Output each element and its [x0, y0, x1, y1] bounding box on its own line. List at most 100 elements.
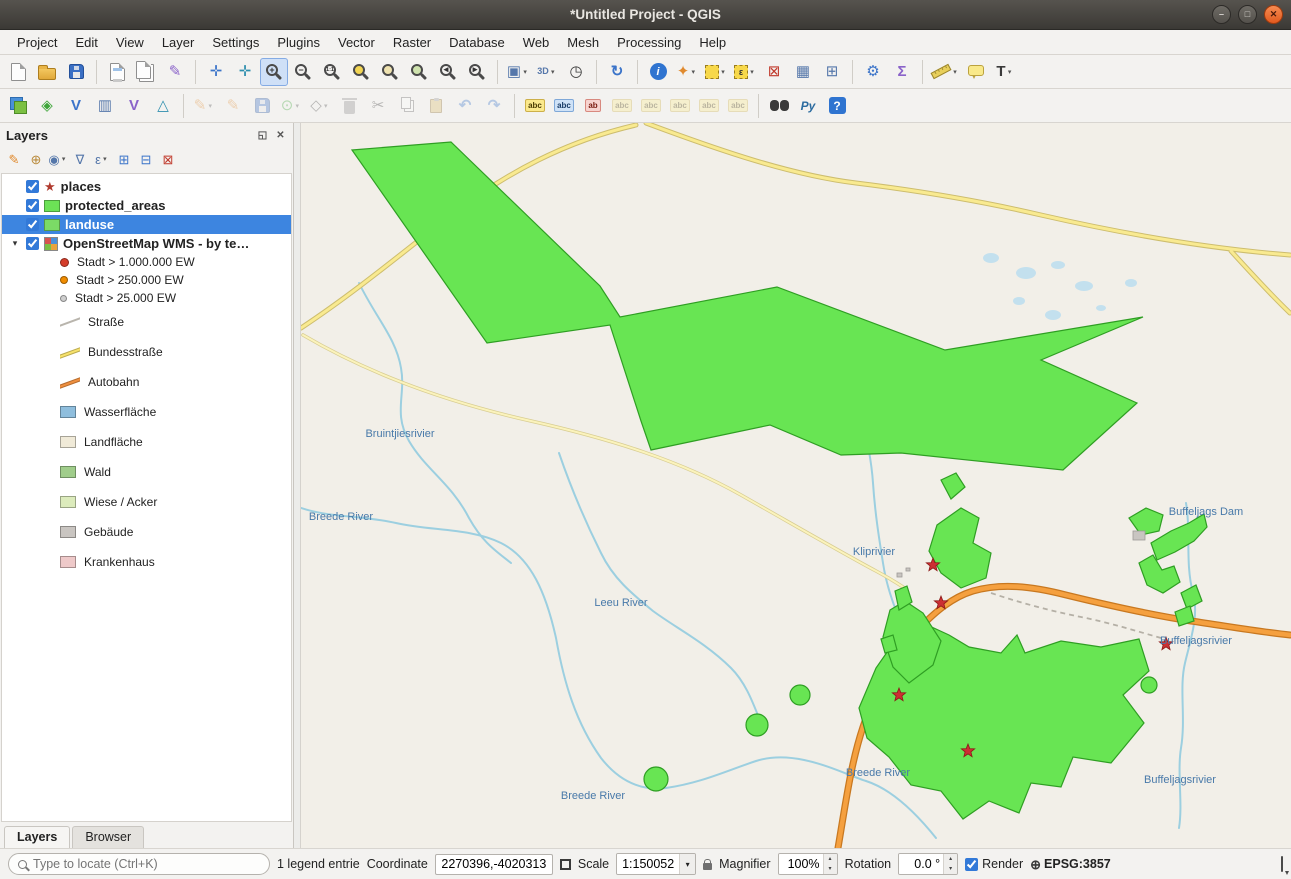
python-console-button[interactable]: Py: [794, 92, 822, 120]
copy-features-button[interactable]: [393, 92, 421, 120]
menu-processing[interactable]: Processing: [608, 32, 690, 53]
expand-all-button[interactable]: ⊞: [114, 149, 134, 169]
new-spatialite-layer-button[interactable]: ▥: [91, 92, 119, 120]
cut-features-button[interactable]: ✂: [364, 92, 392, 120]
zoom-full-button[interactable]: [347, 58, 375, 86]
close-button[interactable]: ✕: [1264, 5, 1283, 24]
highlight-pinned-labels-button[interactable]: ab: [579, 92, 607, 120]
temporal-controller-button[interactable]: ◷: [562, 58, 590, 86]
deselect-features-button[interactable]: ⊠: [760, 58, 788, 86]
identify-features-button[interactable]: i: [644, 58, 672, 86]
menu-raster[interactable]: Raster: [384, 32, 440, 53]
pin-labels-button[interactable]: abc: [608, 92, 636, 120]
zoom-next-button[interactable]: ▸: [463, 58, 491, 86]
change-label-button[interactable]: abc: [724, 92, 752, 120]
expander-icon[interactable]: ▾: [9, 238, 21, 249]
pan-map-button[interactable]: ✛: [202, 58, 230, 86]
spin-down-icon[interactable]: ▾: [944, 864, 957, 874]
menu-plugins[interactable]: Plugins: [268, 32, 329, 53]
rotation-spinbox[interactable]: ▴▾: [898, 853, 958, 875]
rotation-input[interactable]: [899, 854, 943, 874]
manage-map-themes-button[interactable]: ◉▾: [48, 149, 68, 169]
minimize-button[interactable]: –: [1212, 5, 1231, 24]
new-project-button[interactable]: [4, 58, 32, 86]
pan-to-selection-button[interactable]: ✛: [231, 58, 259, 86]
menu-edit[interactable]: Edit: [66, 32, 106, 53]
scale-combo[interactable]: ▾: [616, 853, 696, 875]
new-3d-map-view-button[interactable]: 3D▾: [533, 58, 561, 86]
coordinate-input[interactable]: [435, 854, 553, 875]
delete-selected-button[interactable]: [335, 92, 363, 120]
panel-splitter[interactable]: [294, 123, 301, 848]
save-project-button[interactable]: [62, 58, 90, 86]
locator-input[interactable]: [33, 857, 260, 871]
vertex-tool-button[interactable]: ◇▾: [306, 92, 334, 120]
layer-item-places[interactable]: ★ places: [2, 177, 291, 196]
layer-diagram-button[interactable]: abc: [550, 92, 578, 120]
layer-item-protected-areas[interactable]: protected_areas: [2, 196, 291, 215]
style-manager-button[interactable]: ✎: [161, 58, 189, 86]
layer-item-landuse[interactable]: landuse: [2, 215, 291, 234]
rotate-label-button[interactable]: abc: [695, 92, 723, 120]
measure-button[interactable]: ▾: [929, 58, 961, 86]
toggle-editing-button[interactable]: ✎: [219, 92, 247, 120]
add-group-button[interactable]: ⊕: [26, 149, 46, 169]
menu-settings[interactable]: Settings: [203, 32, 268, 53]
osm-wms-visibility-checkbox[interactable]: [26, 237, 39, 250]
title-bar[interactable]: *Untitled Project - QGIS – □ ✕: [0, 0, 1291, 30]
spin-down-icon[interactable]: ▾: [824, 864, 837, 874]
attribute-table-button[interactable]: ▦: [789, 58, 817, 86]
new-shapefile-layer-button[interactable]: V: [62, 92, 90, 120]
close-panel-icon[interactable]: ✕: [274, 130, 287, 141]
menu-view[interactable]: View: [107, 32, 153, 53]
maximize-button[interactable]: □: [1238, 5, 1257, 24]
magnifier-spinbox[interactable]: ▴▾: [778, 853, 838, 875]
layer-labeling-button[interactable]: abc: [521, 92, 549, 120]
crs-status[interactable]: ⊕ EPSG:3857: [1030, 857, 1111, 871]
filter-legend-button[interactable]: ∇: [70, 149, 90, 169]
float-panel-icon[interactable]: ◱: [256, 130, 269, 141]
new-mesh-layer-button[interactable]: △: [149, 92, 177, 120]
run-feature-action-button[interactable]: ✦▾: [673, 58, 701, 86]
collapse-all-button[interactable]: ⊟: [136, 149, 156, 169]
menu-layer[interactable]: Layer: [153, 32, 204, 53]
remove-layer-button[interactable]: ⊠: [158, 149, 178, 169]
zoom-to-layer-button[interactable]: [405, 58, 433, 86]
map-tips-button[interactable]: [962, 58, 990, 86]
scale-lock-icon[interactable]: [703, 863, 712, 870]
text-annotation-button[interactable]: T▾: [991, 58, 1019, 86]
protected-areas-visibility-checkbox[interactable]: [26, 199, 39, 212]
current-edits-button[interactable]: ✎▾: [190, 92, 218, 120]
places-visibility-checkbox[interactable]: [26, 180, 39, 193]
menu-database[interactable]: Database: [440, 32, 514, 53]
render-checkbox[interactable]: [965, 858, 978, 871]
scale-dropdown-icon[interactable]: ▾: [679, 854, 695, 874]
select-features-button[interactable]: ▾: [702, 58, 730, 86]
new-print-layout-button[interactable]: [103, 58, 131, 86]
refresh-button[interactable]: ↻: [603, 58, 631, 86]
new-virtual-layer-button[interactable]: V: [120, 92, 148, 120]
processing-toolbox-button[interactable]: ⚙: [859, 58, 887, 86]
select-by-expression-button[interactable]: ε▾: [731, 58, 759, 86]
layer-item-osm-wms[interactable]: ▾ OpenStreetMap WMS - by te…: [2, 234, 291, 253]
show-hide-labels-button[interactable]: abc: [637, 92, 665, 120]
paste-features-button[interactable]: [422, 92, 450, 120]
zoom-in-button[interactable]: +: [260, 58, 288, 86]
menu-mesh[interactable]: Mesh: [558, 32, 608, 53]
save-layer-edits-button[interactable]: [248, 92, 276, 120]
spin-up-icon[interactable]: ▴: [824, 854, 837, 864]
statistical-summary-button[interactable]: Σ: [888, 58, 916, 86]
osm-place-search-button[interactable]: [765, 92, 793, 120]
menu-web[interactable]: Web: [514, 32, 559, 53]
add-feature-button[interactable]: ⊙▾: [277, 92, 305, 120]
magnifier-input[interactable]: [779, 854, 823, 874]
scale-input[interactable]: [617, 854, 679, 874]
data-source-manager-button[interactable]: [4, 92, 32, 120]
undo-button[interactable]: ↶: [451, 92, 479, 120]
open-layer-styling-button[interactable]: ✎: [4, 149, 24, 169]
extents-toggle-icon[interactable]: [560, 859, 571, 870]
new-geopackage-layer-button[interactable]: ◈: [33, 92, 61, 120]
open-project-button[interactable]: [33, 58, 61, 86]
move-label-button[interactable]: abc: [666, 92, 694, 120]
landuse-visibility-checkbox[interactable]: [26, 218, 39, 231]
